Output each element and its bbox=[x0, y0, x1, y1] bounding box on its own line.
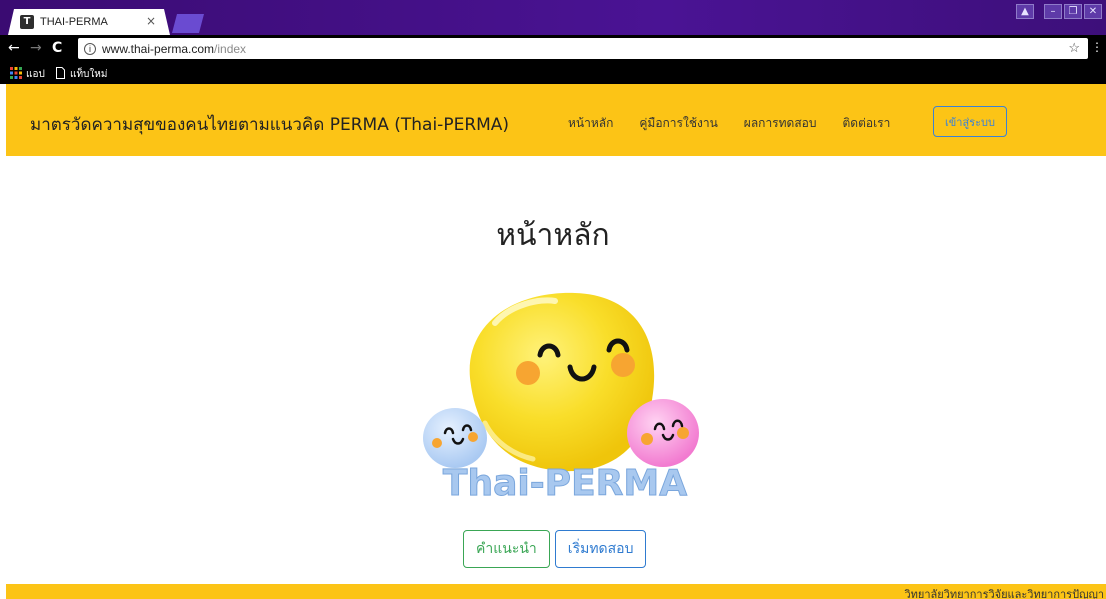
window-controls: ▲ – ❐ ✕ bbox=[1016, 4, 1102, 19]
url-host: www.thai-perma.com bbox=[102, 41, 215, 56]
menu-icon[interactable]: ⋮ bbox=[1091, 40, 1103, 54]
page-icon bbox=[56, 67, 65, 79]
nav-link-home[interactable]: หน้าหลัก bbox=[568, 114, 613, 133]
nav-link-results[interactable]: ผลการทดสอบ bbox=[744, 114, 817, 133]
nav-links: หน้าหลัก คู่มือการใช้งาน ผลการทดสอบ ติดต… bbox=[568, 114, 916, 133]
restore-icon[interactable]: ❐ bbox=[1064, 4, 1082, 19]
forward-icon[interactable]: → bbox=[30, 40, 42, 56]
star-icon[interactable]: ☆ bbox=[1068, 40, 1080, 56]
tab-title: THAI-PERMA bbox=[40, 16, 108, 28]
advice-button[interactable]: คำแนะนำ bbox=[463, 530, 550, 568]
logo-wordmark: Thai-PERMA bbox=[443, 463, 687, 504]
nav-link-manual[interactable]: คู่มือการใช้งาน bbox=[639, 114, 717, 133]
url-path: /index bbox=[214, 41, 247, 56]
profile-icon[interactable]: ▲ bbox=[1016, 4, 1034, 19]
bookmark-new-tab[interactable]: แท็บใหม่ bbox=[70, 67, 107, 82]
site-brand[interactable]: มาตรวัดความสุขของคนไทยตามแนวคิด PERMA (T… bbox=[30, 111, 509, 138]
new-tab-button[interactable] bbox=[172, 14, 204, 33]
info-icon[interactable]: i bbox=[84, 42, 96, 55]
close-window-icon[interactable]: ✕ bbox=[1084, 4, 1102, 19]
url-input[interactable]: i www.thai-perma.com/index ☆ bbox=[78, 38, 1088, 59]
bookmark-apps[interactable]: แอป bbox=[26, 67, 45, 82]
login-button[interactable]: เข้าสู่ระบบ bbox=[933, 106, 1007, 137]
minimize-icon[interactable]: – bbox=[1044, 4, 1062, 19]
bookmarks-bar: แอป แท็บใหม่ bbox=[0, 62, 1106, 84]
close-tab-icon[interactable]: × bbox=[146, 14, 156, 28]
address-bar-row: ← → C i www.thai-perma.com/index ☆ ⋮ bbox=[0, 35, 1106, 62]
site-navbar: มาตรวัดความสุขของคนไทยตามแนวคิด PERMA (T… bbox=[6, 84, 1106, 156]
apps-icon[interactable] bbox=[10, 67, 22, 79]
browser-titlebar: T THAI-PERMA × ▲ – ❐ ✕ bbox=[0, 0, 1106, 35]
nav-link-contact[interactable]: ติดต่อเรา bbox=[842, 114, 890, 133]
footer-text: วิทยาลัยวิทยาการวิจัยและวิทยาการปัญญา bbox=[904, 588, 1104, 599]
reload-icon[interactable]: C bbox=[52, 40, 62, 56]
page-title: หน้าหลัก bbox=[496, 218, 610, 253]
browser-tab[interactable]: T THAI-PERMA × bbox=[8, 9, 170, 35]
favicon-icon: T bbox=[20, 15, 34, 29]
start-test-button[interactable]: เริ่มทดสอบ bbox=[554, 530, 647, 568]
site-footer: วิทยาลัยวิทยาการวิจัยและวิทยาการปัญญา bbox=[6, 584, 1106, 599]
action-buttons: คำแนะนำ เริ่มทดสอบ bbox=[463, 530, 647, 568]
thai-perma-logo: Thai-PERMA bbox=[423, 292, 699, 505]
back-icon[interactable]: ← bbox=[8, 40, 20, 56]
